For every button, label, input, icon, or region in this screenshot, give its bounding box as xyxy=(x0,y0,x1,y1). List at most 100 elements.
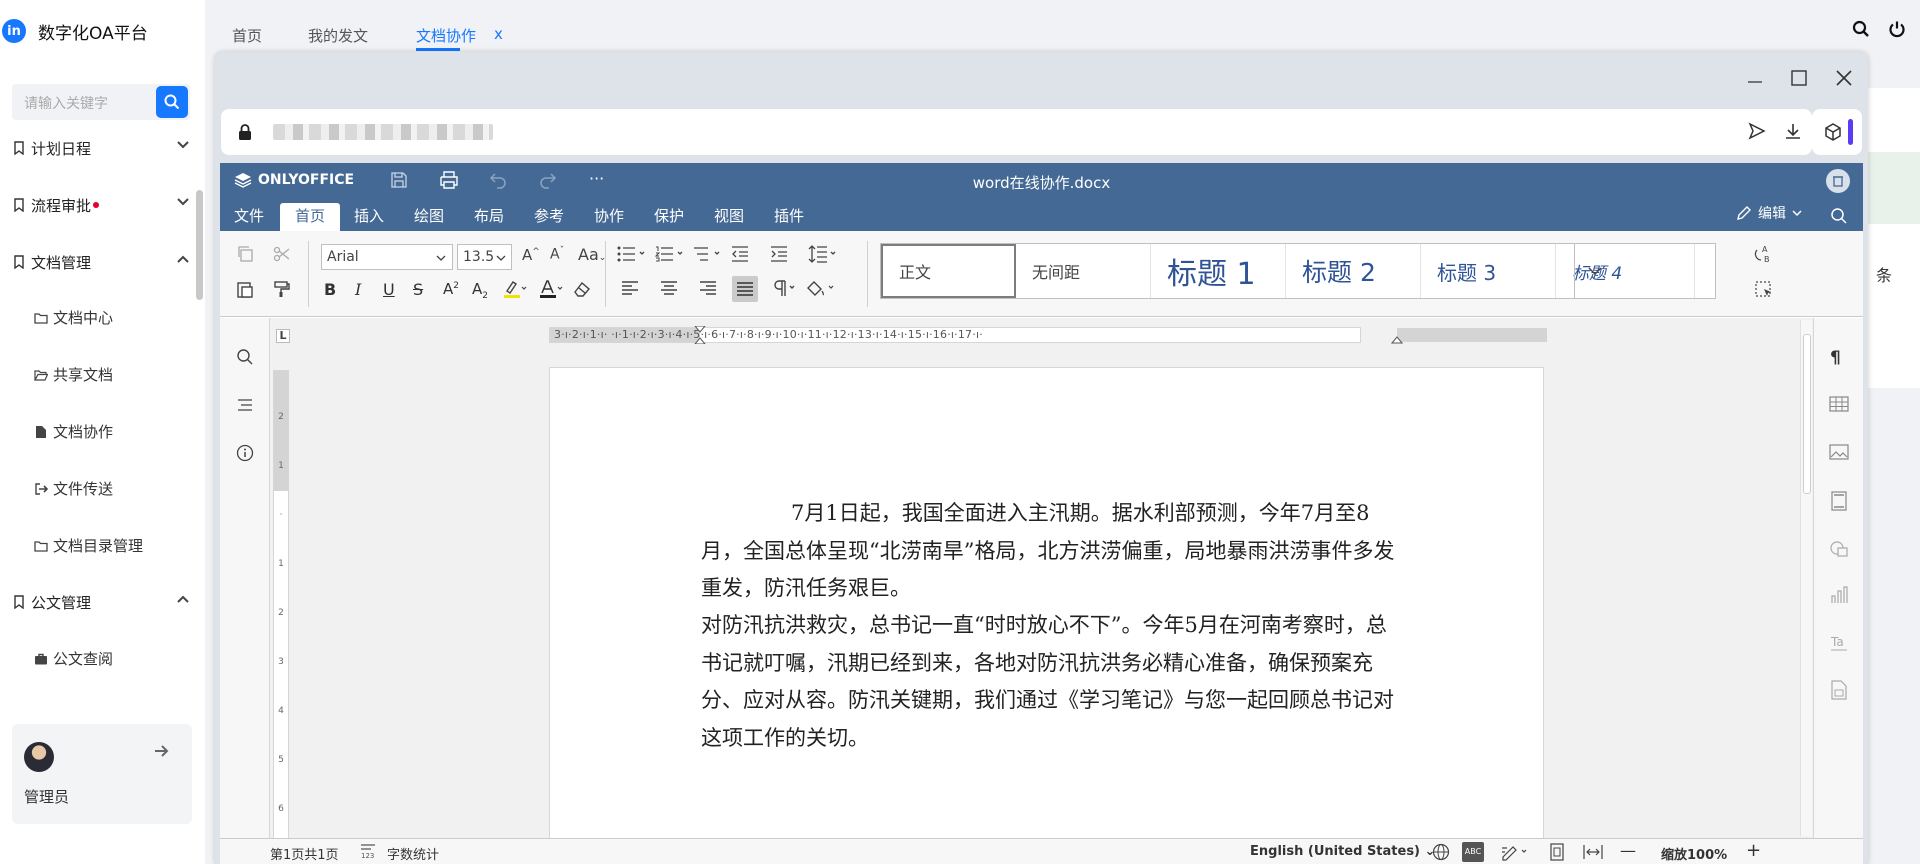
line-spacing-icon[interactable] xyxy=(808,245,838,263)
menu-plan[interactable]: 计划日程 xyxy=(12,135,192,161)
image-settings-icon[interactable] xyxy=(1829,444,1849,460)
cut-icon[interactable] xyxy=(273,245,291,263)
navigation-icon[interactable] xyxy=(236,396,254,414)
justify-icon[interactable] xyxy=(732,276,758,302)
paste-icon[interactable] xyxy=(236,280,254,298)
table-settings-icon[interactable] xyxy=(1829,396,1849,412)
format-painter-icon[interactable] xyxy=(273,280,291,298)
ribbon-tab-reference[interactable]: 参考 xyxy=(526,203,572,231)
style-heading-2[interactable]: 标题 2 xyxy=(1286,244,1421,298)
menu-docs[interactable]: 文档管理 xyxy=(12,249,192,275)
align-left-icon[interactable] xyxy=(621,280,639,296)
edit-mode-button[interactable]: 编辑 xyxy=(1736,203,1802,223)
search-icon[interactable] xyxy=(1830,207,1848,225)
tab-close-button[interactable]: x xyxy=(494,25,503,43)
ribbon-tab-view[interactable]: 视图 xyxy=(706,203,752,231)
increase-font-icon[interactable]: A^ xyxy=(522,246,540,264)
paragraph-settings-icon[interactable]: ¶ xyxy=(1830,348,1841,368)
fit-page-icon[interactable] xyxy=(1549,843,1565,861)
replace-icon[interactable]: AB xyxy=(1754,244,1774,264)
paragraph-2[interactable]: 对防汛抗洪救灾，总书记一直“时时放心不下”。今年5月在河南考察时，总书记就叮嘱，… xyxy=(701,607,1397,757)
style-heading-1[interactable]: 标题 1 xyxy=(1151,244,1286,298)
spellcheck-icon[interactable]: ABC xyxy=(1462,842,1484,862)
select-all-icon[interactable] xyxy=(1754,280,1774,300)
scrollbar-thumb[interactable] xyxy=(1803,334,1811,494)
bullet-list-icon[interactable] xyxy=(617,246,647,262)
power-icon[interactable] xyxy=(1888,20,1906,38)
search-icon[interactable] xyxy=(1852,20,1870,38)
search-icon[interactable] xyxy=(236,348,254,366)
zoom-out-button[interactable]: — xyxy=(1620,841,1636,860)
paragraph-1[interactable]: 7月1日起，我国全面进入主汛期。据水利部预测，今年7月至8月，全国总体呈现“北涝… xyxy=(701,495,1397,608)
multilevel-list-icon[interactable] xyxy=(693,246,723,262)
numbered-list-icon[interactable] xyxy=(655,246,685,262)
menu-approval[interactable]: 流程审批 xyxy=(12,192,192,218)
sidebar-scrollbar[interactable] xyxy=(196,190,203,300)
ribbon-tab-draw[interactable]: 绘图 xyxy=(406,203,452,231)
minimize-icon[interactable] xyxy=(1745,68,1765,88)
fit-width-icon[interactable] xyxy=(1583,844,1603,860)
style-normal[interactable]: 正文 xyxy=(881,244,1016,298)
increase-indent-icon[interactable] xyxy=(770,245,788,263)
subscript-icon[interactable]: A2 xyxy=(472,280,488,301)
underline-icon[interactable]: U xyxy=(383,280,395,299)
ribbon-tab-insert[interactable]: 插入 xyxy=(346,203,392,231)
font-color-icon[interactable] xyxy=(539,279,563,299)
globe-icon[interactable] xyxy=(1432,843,1450,861)
paragraph-marks-icon[interactable] xyxy=(772,279,798,297)
menu-official[interactable]: 公文管理 xyxy=(12,589,192,615)
search-input[interactable]: 请输入关键字 xyxy=(24,93,108,113)
ribbon-tab-collaborate[interactable]: 协作 xyxy=(586,203,632,231)
user-avatar-icon[interactable] xyxy=(1826,169,1850,193)
language-select[interactable]: English (United States) ⌄ xyxy=(1250,844,1435,859)
header-footer-icon[interactable] xyxy=(1830,491,1848,511)
ribbon-tab-home[interactable]: 首页 xyxy=(280,203,340,231)
align-right-icon[interactable] xyxy=(699,280,717,296)
word-count[interactable]: 字数统计 xyxy=(387,844,439,863)
text-art-icon[interactable]: Ta xyxy=(1830,634,1848,652)
vertical-scrollbar[interactable] xyxy=(1800,320,1812,836)
mail-merge-icon[interactable] xyxy=(1830,680,1848,700)
ribbon-tab-plugins[interactable]: 插件 xyxy=(766,203,812,231)
font-size-select[interactable]: 13.5 xyxy=(457,244,512,270)
vertical-ruler[interactable]: 21·1234567 xyxy=(273,370,289,863)
download-icon[interactable] xyxy=(1783,121,1803,141)
address-bar[interactable] xyxy=(221,109,1812,155)
ribbon-tab-file[interactable]: 文件 xyxy=(226,203,272,231)
tab-my-docs[interactable]: 我的发文 xyxy=(308,25,368,46)
menu-doc-center[interactable]: 文档中心 xyxy=(34,307,113,328)
avatar[interactable] xyxy=(24,742,54,772)
shape-settings-icon[interactable] xyxy=(1829,540,1849,558)
send-icon[interactable] xyxy=(1747,121,1767,141)
style-no-spacing[interactable]: 无间距 xyxy=(1016,244,1151,298)
page-indicator[interactable]: 第1页共1页 xyxy=(270,844,339,863)
menu-collab[interactable]: 文档协作 xyxy=(34,421,113,442)
decrease-indent-icon[interactable] xyxy=(731,245,749,263)
right-indent-marker[interactable] xyxy=(1391,332,1403,344)
menu-official-query[interactable]: 公文查阅 xyxy=(34,648,113,669)
change-case-icon[interactable]: Aa⌄ xyxy=(578,245,606,264)
horizontal-ruler[interactable]: 3·ı·2·ı·1·ı· ·ı·1·ı·2·ı·3·ı·4·ı·5·ı·6·ı·… xyxy=(549,326,1547,344)
ribbon-tab-protect[interactable]: 保护 xyxy=(646,203,692,231)
tab-home[interactable]: 首页 xyxy=(232,25,262,46)
ribbon-tab-layout[interactable]: 布局 xyxy=(466,203,512,231)
bold-icon[interactable]: B xyxy=(324,280,336,299)
shading-icon[interactable] xyxy=(805,279,837,297)
info-icon[interactable] xyxy=(236,444,254,462)
indent-marker[interactable] xyxy=(694,326,706,344)
superscript-icon[interactable]: A2 xyxy=(443,280,459,298)
zoom-in-button[interactable]: + xyxy=(1746,840,1761,861)
search-button[interactable] xyxy=(156,86,188,118)
cube-icon[interactable] xyxy=(1823,122,1843,142)
align-center-icon[interactable] xyxy=(660,280,678,296)
italic-icon[interactable]: I xyxy=(355,280,361,299)
eraser-icon[interactable] xyxy=(573,280,591,298)
arrow-right-icon[interactable] xyxy=(154,744,170,758)
close-icon[interactable] xyxy=(1834,68,1854,88)
chart-settings-icon[interactable] xyxy=(1830,586,1848,604)
font-name-select[interactable]: Arial xyxy=(321,244,453,270)
style-gallery-expand[interactable] xyxy=(1574,243,1614,299)
copy-icon[interactable] xyxy=(236,245,254,263)
decrease-font-icon[interactable]: Aˇ xyxy=(550,246,564,263)
tab-collab[interactable]: 文档协作 xyxy=(416,25,476,46)
